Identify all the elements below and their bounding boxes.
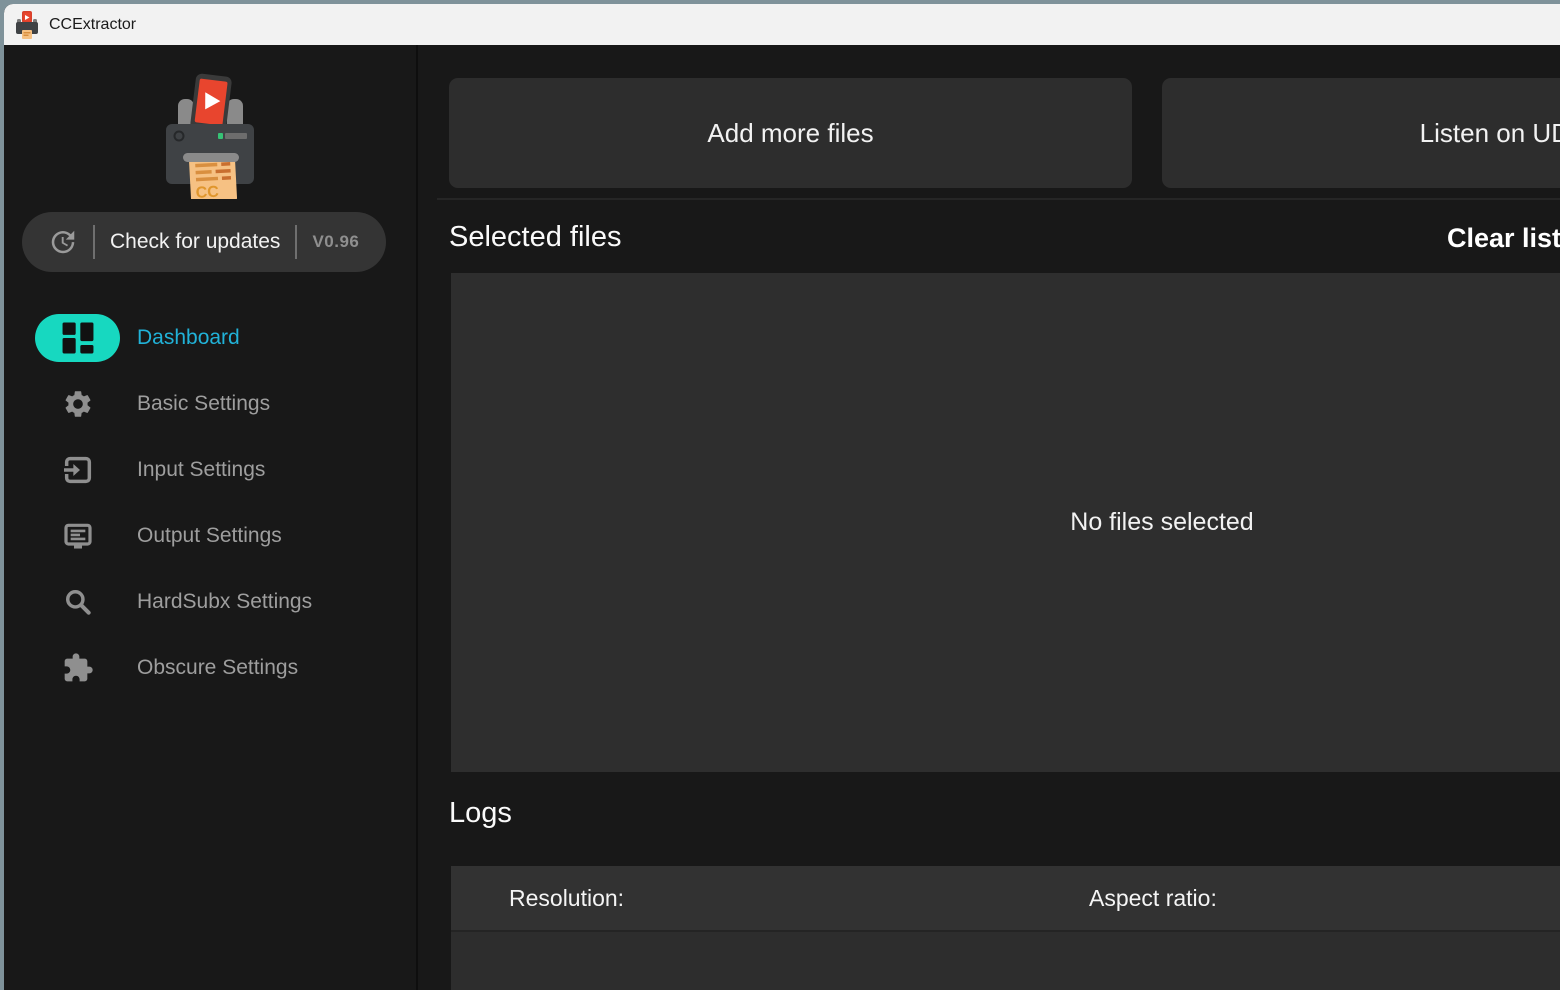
clear-list-button[interactable]: Clear list	[1447, 223, 1560, 254]
sidebar-item-label: Obscure Settings	[137, 656, 298, 680]
svg-text:CC: CC	[195, 184, 219, 199]
app-window: CCExtractor	[4, 4, 1560, 990]
version-badge: V0.96	[312, 232, 359, 252]
no-files-message: No files selected	[1070, 508, 1253, 537]
logs-title: Logs	[449, 797, 512, 830]
gear-icon	[35, 380, 120, 428]
window-title: CCExtractor	[49, 16, 136, 34]
logs-table-header: Resolution: Aspect ratio:	[451, 866, 1560, 930]
sidebar-item-input-settings[interactable]: Input Settings	[4, 446, 416, 494]
check-updates-label: Check for updates	[110, 230, 280, 254]
puzzle-icon	[35, 644, 120, 692]
dashboard-icon	[35, 314, 120, 362]
ccextractor-logo: CC	[150, 69, 270, 189]
sidebar-item-output-settings[interactable]: Output Settings	[4, 512, 416, 560]
logs-table-body	[451, 932, 1560, 990]
selected-files-panel[interactable]: No files selected	[451, 273, 1560, 772]
update-icon	[48, 227, 78, 257]
app-logo-icon	[14, 10, 40, 40]
add-more-files-button[interactable]: Add more files	[449, 78, 1132, 188]
divider	[93, 225, 95, 259]
listen-on-udp-button[interactable]: Listen on UDP	[1162, 78, 1560, 188]
section-divider	[437, 198, 1560, 200]
check-updates-button[interactable]: Check for updates V0.96	[22, 212, 386, 272]
sidebar-item-label: Output Settings	[137, 524, 282, 548]
sidebar-item-label: Input Settings	[137, 458, 265, 482]
sidebar-item-label: Dashboard	[137, 326, 240, 350]
titlebar: CCExtractor	[4, 4, 1560, 45]
sidebar-item-hardsubx-settings[interactable]: HardSubx Settings	[4, 578, 416, 626]
sidebar: CC Check for updates V0.96	[4, 45, 416, 990]
monitor-lines-icon	[35, 512, 120, 560]
sidebar-item-dashboard[interactable]: Dashboard	[4, 314, 416, 362]
sidebar-item-basic-settings[interactable]: Basic Settings	[4, 380, 416, 428]
sidebar-nav: Dashboard Basic Settings	[4, 314, 416, 710]
sidebar-item-obscure-settings[interactable]: Obscure Settings	[4, 644, 416, 692]
logs-column-aspect-ratio: Aspect ratio:	[1031, 885, 1560, 912]
logs-table: Resolution: Aspect ratio:	[451, 866, 1560, 990]
sidebar-item-label: HardSubx Settings	[137, 590, 312, 614]
logs-column-resolution: Resolution:	[451, 885, 1031, 912]
input-arrow-icon	[35, 446, 120, 494]
magnifier-icon	[35, 578, 120, 626]
divider	[295, 225, 297, 259]
main-content: Add more files Listen on UDP Selected fi…	[418, 45, 1560, 990]
selected-files-title: Selected files	[449, 221, 622, 254]
sidebar-item-label: Basic Settings	[137, 392, 270, 416]
